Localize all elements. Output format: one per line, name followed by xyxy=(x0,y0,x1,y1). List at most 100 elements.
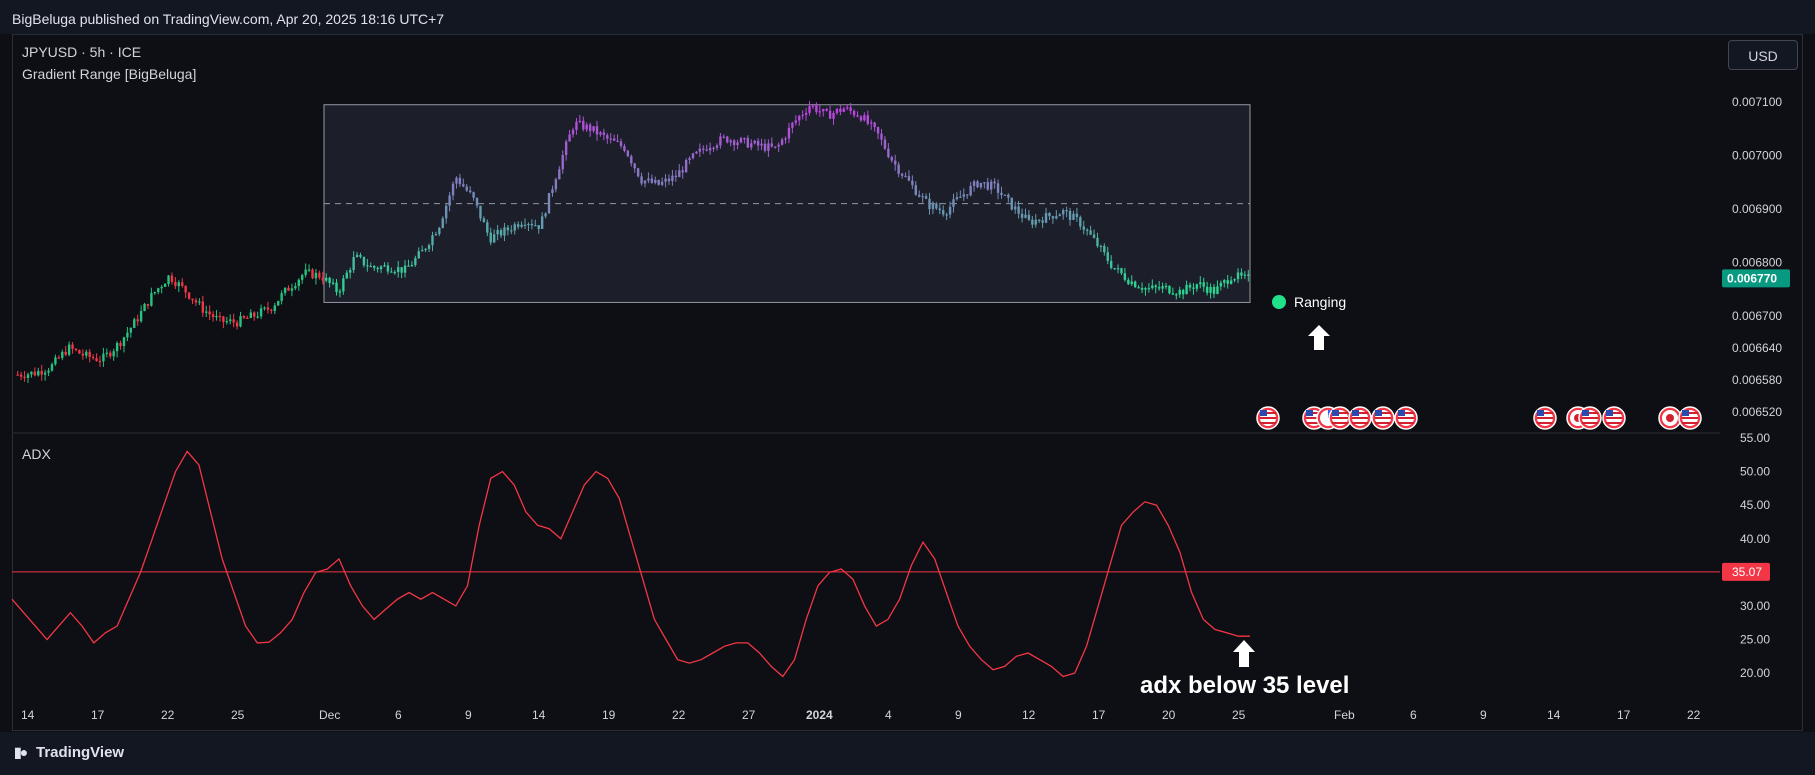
candle-body xyxy=(1106,252,1109,261)
indicator-legend[interactable]: Gradient Range [BigBeluga] xyxy=(22,66,196,82)
candle-body xyxy=(311,269,314,279)
candle-body xyxy=(883,139,887,149)
adx-tick-label: 50.00 xyxy=(1740,465,1770,479)
candle-body xyxy=(335,282,338,292)
candle-body xyxy=(520,224,523,227)
candle-body xyxy=(1013,206,1017,210)
candle-body xyxy=(1133,281,1137,288)
candle-body xyxy=(564,141,568,155)
candle-body xyxy=(650,178,654,183)
candle-body xyxy=(280,293,283,301)
candle-body xyxy=(575,121,578,130)
candle-body xyxy=(657,179,660,185)
candle-body xyxy=(924,196,928,199)
candle-body xyxy=(451,183,455,196)
candle-body xyxy=(537,225,540,229)
candle-body xyxy=(355,254,359,258)
us-flag-icon[interactable] xyxy=(1602,406,1626,430)
candle-body xyxy=(297,279,300,287)
candle-body xyxy=(249,312,253,318)
candle-body xyxy=(1127,279,1130,285)
candle-body xyxy=(362,256,366,266)
candle-body xyxy=(811,105,815,107)
candle-body xyxy=(472,192,475,198)
candle-body xyxy=(1140,287,1144,290)
adx-level-tag: 35.07 xyxy=(1722,562,1770,581)
candle-body xyxy=(962,194,965,197)
candle-body xyxy=(952,199,955,207)
us-flag-icon[interactable] xyxy=(1578,406,1602,430)
candle-body xyxy=(177,282,181,287)
candle-body xyxy=(993,181,996,184)
candle-body xyxy=(681,170,684,173)
chart-canvas[interactable]: 0.007100 0.007000 0.006900 0.006800 0.006700… xyxy=(0,0,1815,775)
time-tick-label: 4 xyxy=(885,708,892,722)
candle-body xyxy=(506,227,510,231)
us-flag-icon[interactable] xyxy=(1371,406,1395,430)
candle-body xyxy=(352,257,355,271)
candle-body xyxy=(153,291,157,294)
candle-body xyxy=(784,138,787,140)
candle-body xyxy=(325,277,328,281)
us-flag-icon[interactable] xyxy=(1348,406,1372,430)
candle-body xyxy=(1024,214,1027,218)
candle-body xyxy=(1240,272,1243,276)
tradingview-logo[interactable]: ▮● TradingView xyxy=(14,744,124,761)
us-flag-icon[interactable] xyxy=(1256,406,1280,430)
us-flag-icon[interactable] xyxy=(1678,406,1702,430)
candle-body xyxy=(235,322,239,327)
adx-legend[interactable]: ADX xyxy=(22,446,51,462)
candle-body xyxy=(767,143,770,151)
candle-body xyxy=(1192,287,1195,289)
candle-body xyxy=(105,352,109,354)
candle-body xyxy=(30,371,33,375)
candle-body xyxy=(801,114,804,117)
candle-body xyxy=(966,194,969,196)
adx-tick-label: 45.00 xyxy=(1740,498,1770,512)
candle-body xyxy=(81,353,85,356)
candle-body xyxy=(146,303,150,306)
adx-line xyxy=(11,450,1250,678)
candle-body xyxy=(774,146,777,148)
candle-body xyxy=(626,150,630,157)
jp-flag-icon[interactable] xyxy=(1658,406,1682,430)
candle-body xyxy=(619,141,623,147)
candle-body xyxy=(935,203,938,209)
candle-body xyxy=(722,136,726,138)
candle-body xyxy=(633,163,636,169)
candle-body xyxy=(582,120,585,130)
us-flag-icon[interactable] xyxy=(1394,406,1418,430)
candle-body xyxy=(942,210,945,215)
candle-body xyxy=(636,168,640,177)
candle-body xyxy=(390,271,393,273)
candle-body xyxy=(571,129,575,135)
candle-body xyxy=(513,224,516,231)
price-tick-label: 0.007000 xyxy=(1732,148,1782,162)
candle-body xyxy=(33,371,37,376)
candle-body xyxy=(98,360,102,363)
candle-body xyxy=(1010,197,1013,210)
time-tick-label: 17 xyxy=(1092,708,1106,722)
candle-body xyxy=(1161,286,1164,289)
currency-button[interactable]: USD xyxy=(1728,40,1798,70)
candle-body xyxy=(863,115,866,121)
adx-axis: 55.0050.0045.0040.0035.0030.0025.0020.00 xyxy=(1740,431,1770,680)
candle-body xyxy=(373,266,376,268)
candle-body xyxy=(170,275,174,282)
candle-body xyxy=(109,352,112,357)
candle-body xyxy=(95,358,98,361)
us-flag-icon[interactable] xyxy=(1328,406,1352,430)
us-flag-icon[interactable] xyxy=(1533,406,1557,430)
adx-tick-label: 55.00 xyxy=(1740,431,1770,445)
candle-body xyxy=(1031,219,1034,225)
candle-body xyxy=(921,196,924,198)
candle-body xyxy=(678,170,681,178)
candle-body xyxy=(150,293,153,306)
candle-body xyxy=(475,197,479,206)
symbol-legend[interactable]: JPYUSD · 5h · ICE xyxy=(22,44,141,60)
candle-body xyxy=(1055,216,1058,219)
footer xyxy=(0,732,1815,775)
candle-body xyxy=(37,370,40,376)
candle-body xyxy=(1171,293,1175,295)
candle-body xyxy=(688,158,691,161)
